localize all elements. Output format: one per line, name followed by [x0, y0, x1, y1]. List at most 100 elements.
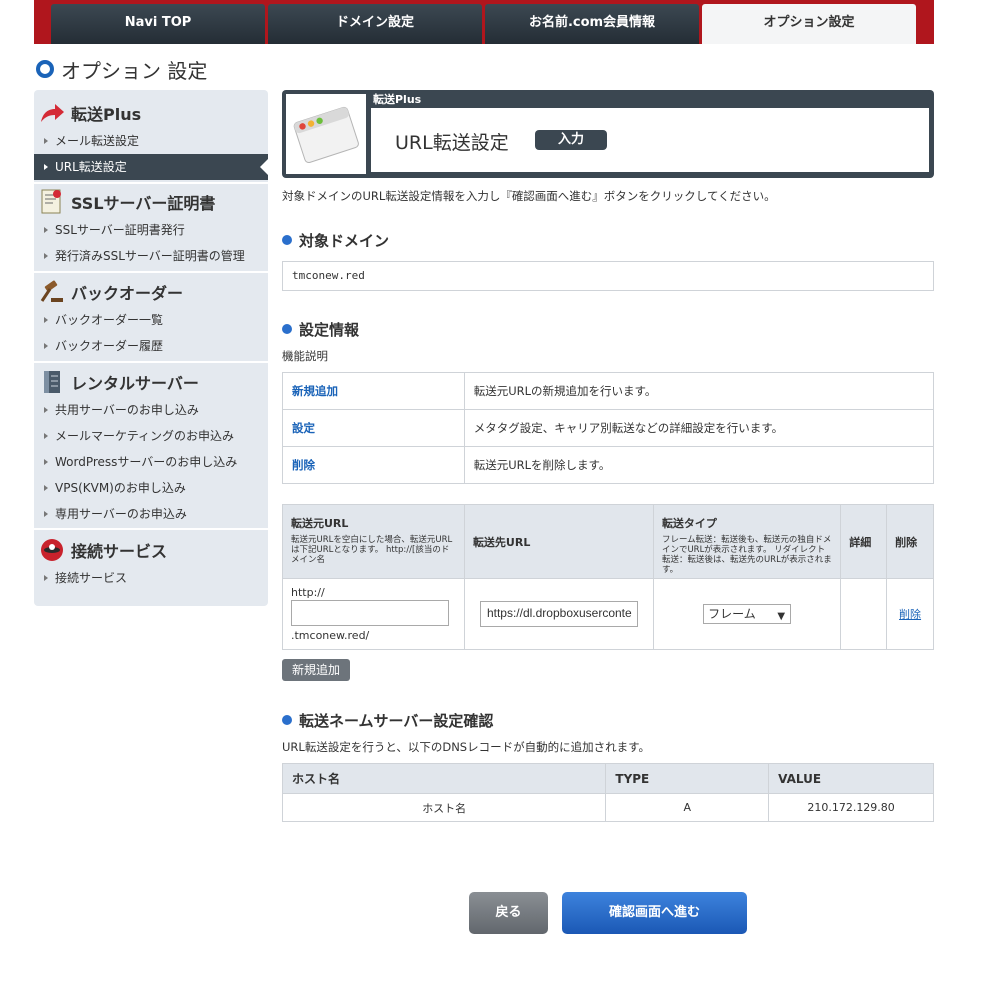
sidebar-item-backorder-list[interactable]: バックオーダー一覧: [34, 307, 268, 333]
certificate-icon: [39, 189, 65, 215]
detail-cell: [840, 578, 888, 650]
sidebar-item-ssl-manage[interactable]: 発行済みSSLサーバー証明書の管理: [34, 243, 268, 269]
dest-url-input[interactable]: https://dl.dropboxuserconte: [479, 601, 638, 627]
sidebar-divider: [34, 182, 268, 184]
function-key-settings[interactable]: 設定: [282, 409, 465, 447]
col-forward-type: 転送タイプ フレーム転送：転送後も、転送元の独自ドメインでURLが表示されます。…: [652, 504, 842, 579]
section-header-box: 転送Plus URL転送設定 入力: [282, 90, 934, 178]
function-desc: 転送元URLを削除します。: [463, 446, 935, 484]
dns-record-table: ホスト名 TYPE VALUE ホスト名 A 210.172.129.80: [281, 763, 934, 822]
function-key-add[interactable]: 新規追加: [282, 372, 465, 410]
bullet-dot-icon: [282, 324, 292, 334]
instruction-text: 対象ドメインのURL転送設定情報を入力し『確認画面へ進む』ボタンをクリックしてく…: [282, 189, 776, 203]
forward-type-cell: フレーム ▼: [652, 578, 842, 650]
source-url-input[interactable]: [291, 600, 449, 626]
tab-domain-settings[interactable]: ドメイン設定: [268, 4, 482, 44]
sidebar-item-dedicated-server[interactable]: 専用サーバーのお申込み: [34, 501, 268, 527]
sidebar-item-label: SSLサーバー証明書発行: [55, 223, 185, 237]
sidebar-heading-label: SSLサーバー証明書: [71, 194, 216, 213]
bullet-triangle-icon: [44, 484, 48, 491]
sidebar-heading[interactable]: レンタルサーバー: [34, 367, 268, 397]
forward-type-select[interactable]: フレーム ▼: [703, 604, 792, 624]
gavel-icon: [39, 279, 65, 305]
sidebar-item-wordpress-server[interactable]: WordPressサーバーのお申し込み: [34, 449, 268, 475]
header-inner: URL転送設定 入力: [371, 108, 929, 172]
sidebar-item-label: URL転送設定: [55, 160, 127, 174]
section-heading-nameserver: 転送ネームサーバー設定確認: [282, 710, 493, 730]
sidebar-item-label: WordPressサーバーのお申し込み: [55, 455, 238, 469]
col-detail: 詳細: [840, 504, 888, 579]
col-source-url-note: 転送元URLを空白にした場合、転送元URLは下記URLとなります。 http:/…: [291, 535, 453, 565]
sidebar-group-transfer-plus: 転送Plus メール転送設定 URL転送設定: [34, 98, 268, 180]
bullet-dot-icon: [282, 235, 292, 245]
page-title: オプション 設定: [36, 56, 208, 83]
function-desc: メタタグ設定、キャリア別転送などの詳細設定を行います。: [463, 409, 935, 447]
redirect-arrow-icon: [39, 100, 65, 126]
sidebar-item-url-forwarding[interactable]: URL転送設定: [34, 154, 268, 180]
tab-navi-top[interactable]: Navi TOP: [51, 4, 265, 44]
col-value: VALUE: [768, 763, 934, 794]
bullet-triangle-icon: [44, 432, 48, 439]
sidebar-group-connection: 接続サービス 接続サービス: [34, 535, 268, 591]
value-cell: 210.172.129.80: [768, 793, 934, 822]
sidebar-heading[interactable]: 転送Plus: [34, 98, 268, 128]
section-heading-label: 設定情報: [299, 320, 360, 339]
sidebar-heading[interactable]: 接続サービス: [34, 535, 268, 565]
header-title: URL転送設定: [395, 132, 509, 154]
table-header-row: 転送元URL 転送元URLを空白にした場合、転送元URLは下記URLとなります。…: [282, 504, 934, 579]
proceed-to-confirm-button[interactable]: 確認画面へ進む: [562, 892, 747, 934]
sidebar-item-vps[interactable]: VPS(KVM)のお申し込み: [34, 475, 268, 501]
sidebar-item-label: メールマーケティングのお申込み: [55, 429, 235, 443]
tab-member-info[interactable]: お名前.com会員情報: [485, 4, 699, 44]
function-desc: 転送元URLの新規追加を行います。: [463, 372, 935, 410]
sidebar-item-mail-forwarding[interactable]: メール転送設定: [34, 128, 268, 154]
page-title-text: オプション 設定: [61, 58, 208, 83]
col-forward-type-note: フレーム転送：転送後も、転送元の独自ドメインでURLが表示されます。 リダイレク…: [661, 535, 832, 575]
sidebar-item-shared-server[interactable]: 共用サーバーのお申し込み: [34, 397, 268, 423]
sidebar-item-label: VPS(KVM)のお申し込み: [55, 481, 186, 495]
forwarding-rules-table: 転送元URL 転送元URLを空白にした場合、転送元URLは下記URLとなります。…: [282, 504, 934, 650]
bullet-triangle-icon: [44, 342, 48, 349]
bullet-dot-icon: [282, 715, 292, 725]
table-row: 設定 メタタグ設定、キャリア別転送などの詳細設定を行います。: [282, 409, 935, 447]
bullet-triangle-icon: [44, 163, 48, 170]
tab-option-settings[interactable]: オプション設定: [702, 4, 916, 44]
table-row: 新規追加 転送元URLの新規追加を行います。: [282, 372, 935, 410]
bullet-triangle-icon: [44, 137, 48, 144]
sidebar-item-mail-marketing[interactable]: メールマーケティングのお申込み: [34, 423, 268, 449]
sidebar-divider: [34, 361, 268, 363]
sidebar-group-backorder: バックオーダー バックオーダー一覧 バックオーダー履歴: [34, 277, 268, 359]
function-table: 新規追加 転送元URLの新規追加を行います。 設定 メタタグ設定、キャリア別転送…: [282, 372, 935, 484]
dropdown-arrow-icon: ▼: [777, 611, 786, 622]
header-kicker: 転送Plus: [373, 93, 422, 106]
sidebar-item-connection-service[interactable]: 接続サービス: [34, 565, 268, 591]
sidebar-item-label: 専用サーバーのお申込み: [55, 507, 187, 521]
back-button[interactable]: 戻る: [469, 892, 548, 934]
dest-url-cell: https://dl.dropboxuserconte: [463, 578, 654, 650]
delete-link[interactable]: 削除: [899, 608, 921, 621]
col-delete: 削除: [886, 504, 934, 579]
table-row: 削除 転送元URLを削除します。: [282, 446, 935, 484]
sidebar: 転送Plus メール転送設定 URL転送設定 SSLサーバー証明書 SSLサーバ…: [34, 90, 268, 606]
sidebar-heading[interactable]: バックオーダー: [34, 277, 268, 307]
sidebar-item-ssl-issue[interactable]: SSLサーバー証明書発行: [34, 217, 268, 243]
source-url-cell: http:// .tmconew.red/: [282, 578, 465, 650]
sidebar-heading[interactable]: SSLサーバー証明書: [34, 187, 268, 217]
sidebar-heading-label: 転送Plus: [71, 105, 142, 124]
server-icon: [39, 369, 65, 395]
section-heading-label: 転送ネームサーバー設定確認: [299, 711, 494, 730]
bullet-triangle-icon: [44, 458, 48, 465]
type-cell: A: [605, 793, 770, 822]
section-heading-domain: 対象ドメイン: [282, 230, 389, 250]
function-key-delete[interactable]: 削除: [282, 446, 465, 484]
table-header-row: ホスト名 TYPE VALUE: [281, 763, 934, 794]
sidebar-item-label: バックオーダー一覧: [55, 313, 164, 327]
sidebar-item-backorder-history[interactable]: バックオーダー履歴: [34, 333, 268, 359]
browser-window-icon: [286, 94, 366, 174]
add-new-button[interactable]: 新規追加: [282, 659, 350, 681]
step-badge: 入力: [535, 130, 607, 150]
source-url-suffix: .tmconew.red/: [291, 629, 370, 642]
col-source-url: 転送元URL 転送元URLを空白にした場合、転送元URLは下記URLとなります。…: [282, 504, 465, 579]
sidebar-item-label: 接続サービス: [55, 571, 128, 585]
sidebar-divider: [34, 271, 268, 273]
